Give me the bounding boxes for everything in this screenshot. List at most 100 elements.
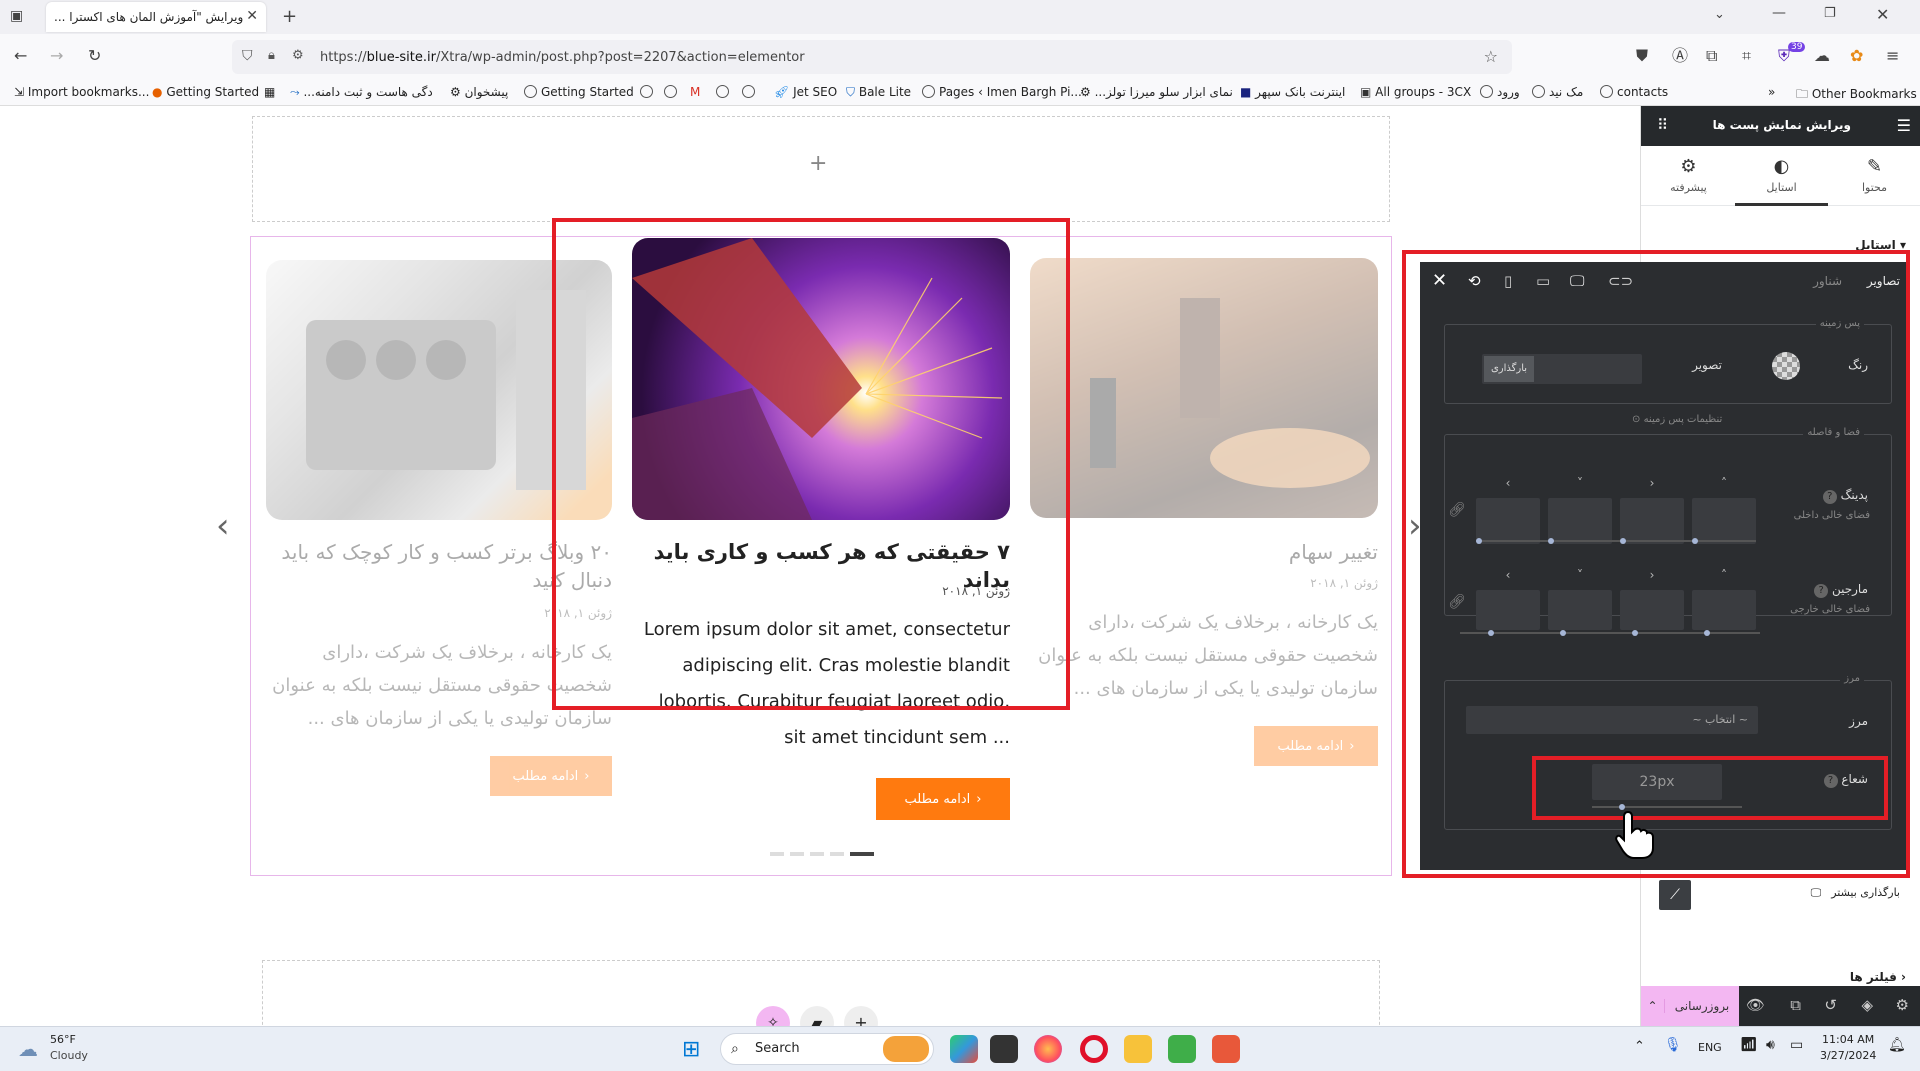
taskbar-search[interactable]: ⌕ Search <box>720 1033 934 1065</box>
clock-date[interactable]: 3/27/2024 <box>1820 1049 1876 1062</box>
bookmark-item[interactable]: Pages ‹ Imen Bargh Pi... <box>922 85 1082 99</box>
bookmark-item[interactable]: ■ اینترنت بانک سپهر <box>1240 85 1345 99</box>
account-icon[interactable]: Ⓐ <box>1672 46 1688 66</box>
settings-icon[interactable]: ⚙ <box>1896 996 1909 1014</box>
add-section-area[interactable]: + <box>252 116 1390 222</box>
address-bar[interactable]: ⛉ 🔒︎ ⚙ https://blue-site.ir/Xtra/wp-admi… <box>232 40 1512 74</box>
camtasia-icon[interactable] <box>1168 1035 1196 1063</box>
clock-time[interactable]: 11:04 AM <box>1822 1033 1874 1046</box>
gmail-icon[interactable]: M <box>690 85 700 99</box>
back-icon[interactable]: ← <box>14 46 27 66</box>
tab-style[interactable]: ◐ استایل <box>1735 146 1828 206</box>
search-label: Search <box>755 1041 800 1056</box>
bookmark-item[interactable]: ▦ <box>264 85 275 99</box>
new-tab-icon[interactable]: + <box>282 6 297 27</box>
bookmark-item[interactable]: ▣ All groups - 3CX <box>1360 85 1471 99</box>
read-more-button[interactable]: ‹ ادامه مطلب <box>1254 726 1378 766</box>
pagination-dot[interactable] <box>810 852 824 856</box>
extensions-icon[interactable]: ⧉ <box>1706 46 1717 66</box>
add-section-icon[interactable]: + <box>809 151 827 176</box>
bookmark-item[interactable]: Getting Started <box>524 85 634 99</box>
lock-icon[interactable]: 🔒︎ <box>268 48 275 63</box>
permissions-icon[interactable]: ⚙ <box>292 48 304 63</box>
tab-list-icon[interactable]: ▣ <box>10 8 23 24</box>
cloud-icon[interactable]: ☁ <box>1814 46 1830 66</box>
globe-icon[interactable] <box>742 85 759 99</box>
tray-overflow-icon[interactable]: ⌃ <box>1634 1039 1645 1054</box>
bookmark-item[interactable]: ⇲ Import bookmarks... <box>14 85 149 99</box>
windows-start-icon[interactable]: ⊞ <box>682 1039 700 1061</box>
forward-icon[interactable]: → <box>50 46 63 66</box>
shield-icon[interactable]: ⛉ <box>242 48 253 64</box>
foundry-illustration <box>1090 298 1370 488</box>
bookmark-item[interactable]: ورود <box>1480 85 1520 99</box>
pagination-dot[interactable] <box>790 852 804 856</box>
firefox-icon[interactable] <box>1034 1035 1062 1063</box>
close-window-icon[interactable]: ✕ <box>1876 5 1889 24</box>
bookmark-item[interactable]: contacts <box>1600 85 1668 99</box>
browser-tab[interactable]: ویرایش "آموزش المان های اکسترا ... ✕ <box>46 2 266 32</box>
reload-icon[interactable]: ↻ <box>88 46 101 66</box>
bookmark-item[interactable]: ● Getting Started <box>152 85 259 99</box>
microphone-icon[interactable]: 🎙︎ <box>1664 1037 1682 1053</box>
chevron-left-icon: ‹ <box>584 768 590 784</box>
pagination-dot[interactable] <box>830 852 844 856</box>
tab-advanced[interactable]: ⚙ پیشرفته <box>1642 146 1735 206</box>
bookmark-item[interactable]: ⚙ ...نمای ابزار سلو میرزا تولز <box>1080 85 1233 99</box>
responsive-icon[interactable]: ⧉ <box>1790 996 1801 1014</box>
carousel-prev-icon[interactable]: ‹ <box>216 506 230 546</box>
desktop-icon[interactable]: 🖵︎ <box>1811 886 1822 899</box>
more-bookmarks-icon[interactable]: » <box>1768 85 1775 99</box>
bookmark-item[interactable]: مک نید <box>1532 85 1583 99</box>
pagination-dot-active[interactable] <box>850 852 874 856</box>
post-title[interactable]: تغییر سهام <box>1030 538 1378 566</box>
bookmark-folder[interactable]: 🗀︎ Other Bookmarks <box>1796 85 1917 106</box>
volume-icon[interactable]: 🔊︎ <box>1766 1037 1775 1053</box>
update-button[interactable]: ⌃ بروزرسانی <box>1641 986 1739 1026</box>
close-icon[interactable]: ✕ <box>246 8 258 24</box>
bookmark-item[interactable]: ⤳ ...دگی هاست و ثبت دامنه <box>290 85 433 100</box>
cloud-weather-icon[interactable]: ☁ <box>18 1037 38 1061</box>
language-label[interactable]: ENG <box>1698 1041 1722 1054</box>
task-view-icon[interactable] <box>990 1035 1018 1063</box>
weather-temp: 56°F <box>50 1033 76 1046</box>
bookmark-item[interactable]: 🚀︎ Jet SEO <box>774 85 837 99</box>
bookmark-item[interactable]: ⛉ Bale Lite <box>846 85 911 100</box>
bookmarks-bar: ⇲ Import bookmarks... ● Getting Started … <box>0 80 1920 106</box>
opera-icon[interactable] <box>1080 1035 1108 1063</box>
carousel-pagination[interactable] <box>770 852 874 856</box>
copilot-icon[interactable] <box>950 1035 978 1063</box>
chevron-up-icon[interactable]: ⌃ <box>1641 999 1665 1013</box>
globe-icon[interactable] <box>664 85 681 99</box>
tab-content[interactable]: ✎ محتوا <box>1828 146 1920 206</box>
filters-section-toggle[interactable]: ‹ فیلتر ها <box>1850 970 1906 984</box>
history-icon[interactable]: ↺ <box>1824 996 1837 1014</box>
wifi-icon[interactable]: 📶︎ <box>1740 1037 1758 1053</box>
restore-icon[interactable]: ❐ <box>1824 6 1836 21</box>
hamburger-icon[interactable]: ☰ <box>1897 116 1911 135</box>
minimize-icon[interactable]: — <box>1772 5 1786 21</box>
tab-title: ویرایش "آموزش المان های اکسترا ... <box>54 10 244 24</box>
crop-icon[interactable]: ⌗ <box>1742 46 1751 66</box>
settings-extension-icon[interactable]: ✿ <box>1850 46 1863 66</box>
chevron-down-icon[interactable]: ⌄ <box>1714 7 1725 22</box>
post-date: ژوئن ۱, ۲۰۱۸ <box>1310 576 1378 590</box>
bookmark-star-icon[interactable]: ☆ <box>1484 47 1498 66</box>
pocket-icon[interactable]: ⛊ <box>1636 46 1648 66</box>
bookmark-item[interactable]: ⚙ پیشخوان <box>450 85 508 99</box>
notification-icon[interactable]: 🔔︎ <box>1888 1037 1906 1053</box>
read-more-button[interactable]: ‹ ادامه مطلب <box>876 778 1010 820</box>
menu-icon[interactable]: ≡ <box>1886 46 1899 66</box>
edit-control-button[interactable]: ⟋ <box>1659 880 1691 910</box>
file-explorer-icon[interactable] <box>1124 1035 1152 1063</box>
preview-eye-icon[interactable]: 👁︎ <box>1746 996 1765 1014</box>
globe-icon[interactable] <box>640 85 657 99</box>
pagination-dot[interactable] <box>770 852 784 856</box>
globe-icon[interactable] <box>716 85 733 99</box>
read-more-button[interactable]: ‹ ادامه مطلب <box>490 756 612 796</box>
apps-grid-icon[interactable]: ⠿ <box>1657 116 1668 134</box>
search-highlight-icon <box>883 1036 929 1062</box>
recorder-icon[interactable] <box>1212 1035 1240 1063</box>
battery-icon[interactable]: ▭ <box>1790 1037 1803 1053</box>
layers-icon[interactable]: ◈ <box>1861 996 1873 1014</box>
